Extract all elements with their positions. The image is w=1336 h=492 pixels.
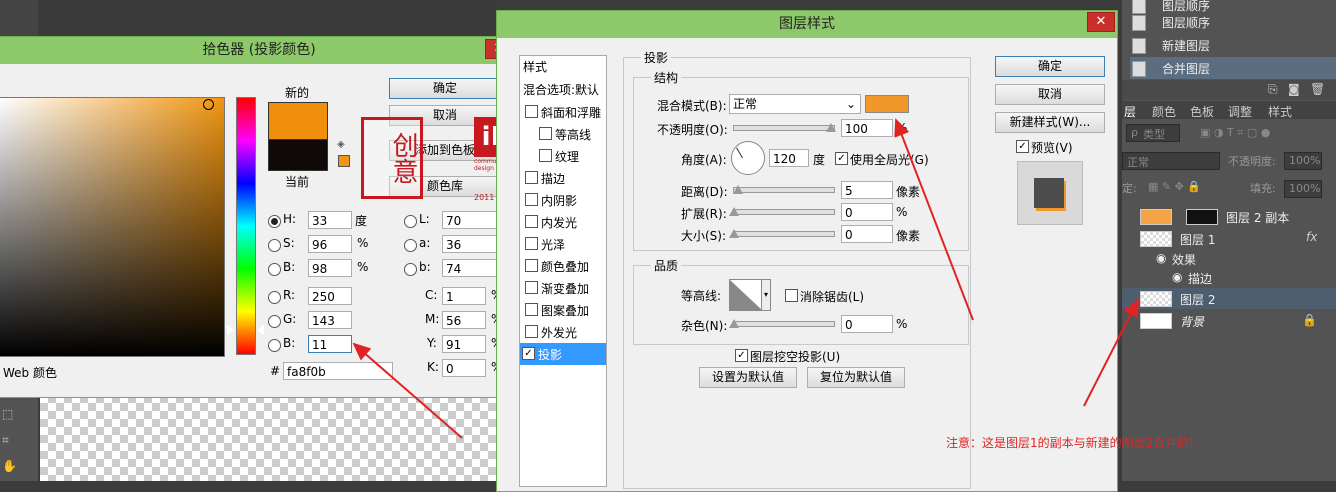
annotation-arrows bbox=[352, 118, 1139, 439]
arrow-to-layer-2 bbox=[1083, 298, 1139, 407]
arrow-to-shadow-color bbox=[894, 118, 974, 321]
annotation-note: 注意：这是图层1的副本与新建的图层2合并的! bbox=[946, 436, 1195, 450]
arrow-to-blue-field bbox=[352, 342, 463, 439]
